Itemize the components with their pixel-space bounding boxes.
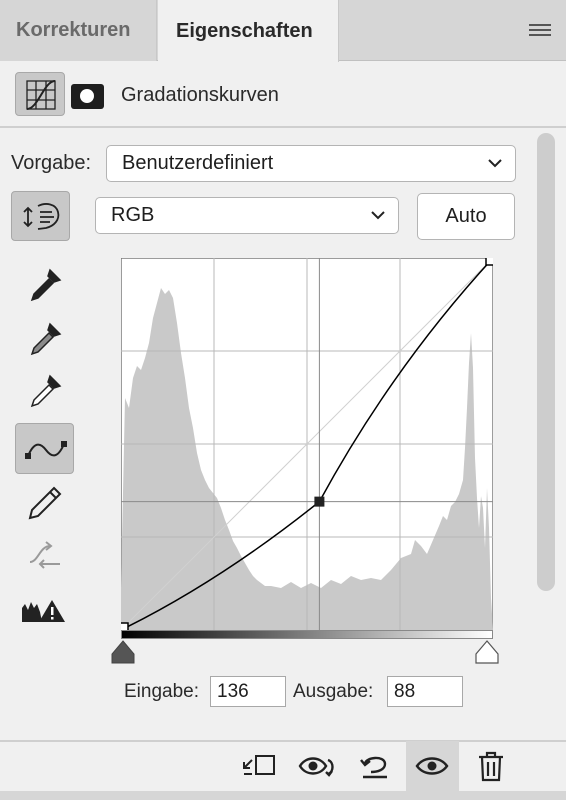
curve-points-button[interactable]	[15, 423, 74, 474]
channel-value: RGB	[111, 204, 155, 226]
pencil-draw-icon[interactable]	[26, 484, 64, 522]
clip-to-layer-icon[interactable]	[240, 750, 276, 782]
bottom-strip	[0, 791, 566, 800]
white-endpoint[interactable]	[485, 258, 493, 266]
input-gradient-bar	[121, 630, 493, 639]
clipping-warning-icon[interactable]	[20, 592, 66, 630]
tab-korrekturen[interactable]: Korrekturen	[0, 0, 157, 61]
black-input-slider[interactable]	[110, 640, 136, 664]
auto-button[interactable]: Auto	[417, 193, 515, 240]
view-previous-state-icon[interactable]	[298, 750, 338, 782]
header-divider	[0, 126, 566, 128]
curves-graph[interactable]	[121, 258, 493, 630]
black-point-eyedropper-icon[interactable]	[26, 266, 64, 304]
chevron-down-icon	[488, 159, 502, 168]
output-field[interactable]: 88	[387, 676, 463, 707]
scrollbar-thumb[interactable]	[537, 133, 555, 591]
preset-label: Vorgabe:	[11, 152, 92, 174]
gray-point-eyedropper-icon[interactable]	[26, 320, 64, 358]
panel-title: Gradationskurven	[121, 84, 279, 106]
output-label: Ausgabe:	[293, 681, 374, 702]
curves-adjustment-icon[interactable]	[15, 72, 65, 116]
preset-value: Benutzerdefiniert	[122, 152, 274, 174]
curve-points-icon	[25, 441, 67, 459]
visibility-eye-icon[interactable]	[414, 750, 450, 782]
smooth-curve-icon	[26, 536, 64, 574]
black-endpoint[interactable]	[121, 622, 129, 630]
on-image-adjust-icon	[23, 203, 60, 230]
on-image-adjust-button[interactable]	[11, 191, 70, 241]
white-point-eyedropper-icon[interactable]	[26, 372, 64, 410]
footer-divider	[0, 740, 566, 742]
input-label: Eingabe:	[124, 681, 200, 702]
delete-trash-icon[interactable]	[473, 750, 509, 782]
white-input-slider[interactable]	[474, 640, 500, 664]
panel-menu-icon[interactable]	[529, 22, 551, 38]
channel-dropdown[interactable]: RGB	[95, 197, 399, 234]
layer-mask-icon[interactable]	[71, 84, 104, 109]
curve-control-point[interactable]	[314, 496, 325, 507]
reset-icon[interactable]	[357, 750, 393, 782]
preset-dropdown[interactable]: Benutzerdefiniert	[106, 145, 516, 182]
chevron-down-icon	[371, 211, 385, 220]
input-field[interactable]: 136	[210, 676, 286, 707]
tab-eigenschaften[interactable]: Eigenschaften	[158, 0, 339, 62]
